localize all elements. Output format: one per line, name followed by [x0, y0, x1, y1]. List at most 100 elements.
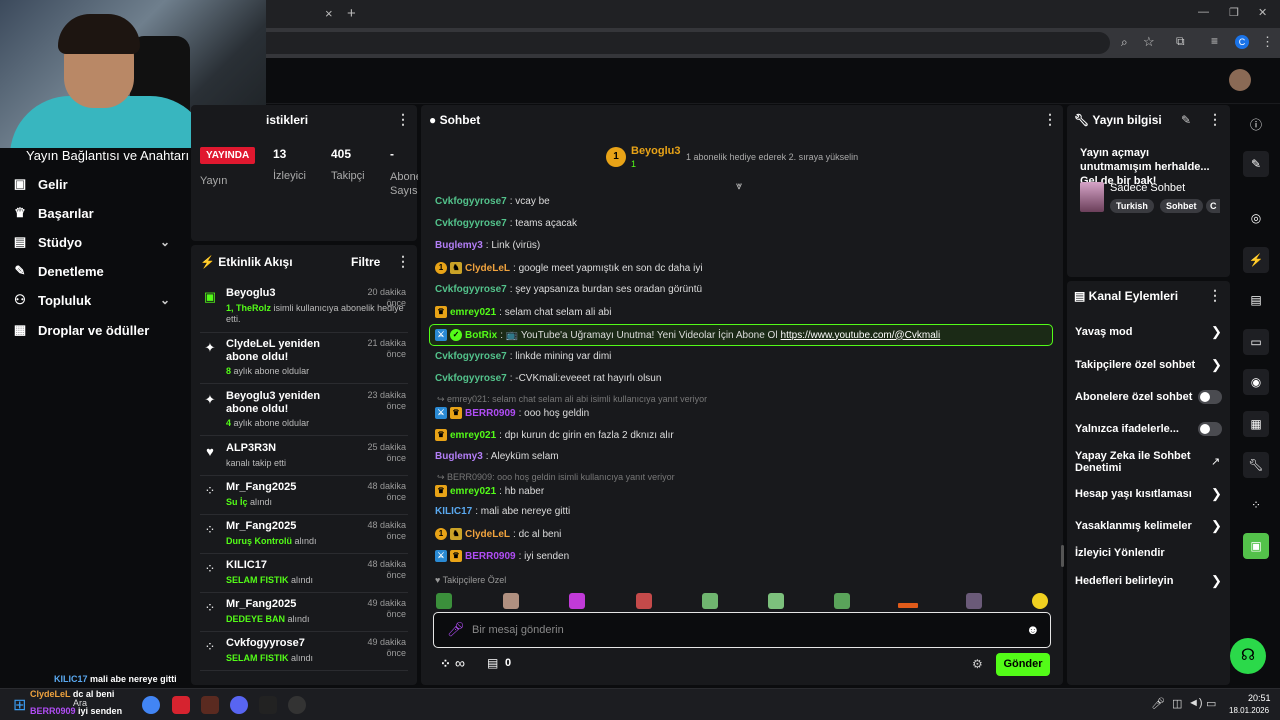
- chat-message[interactable]: ⚔ ♛ BERR0909: iyi senden: [435, 550, 569, 562]
- emote-pepe-wave-icon[interactable]: [768, 593, 784, 609]
- send-button[interactable]: Gönder: [996, 653, 1050, 676]
- chat-username[interactable]: ClydeLeL: [465, 263, 510, 274]
- activity-item[interactable]: ⁘ KILIC17 48 dakika önce SELAM FISTIK al…: [200, 559, 408, 593]
- chrome-icon[interactable]: [142, 696, 160, 714]
- chat-scrollbar[interactable]: [1061, 545, 1064, 567]
- help-headset-icon[interactable]: ☊: [1230, 638, 1266, 674]
- info-icon[interactable]: ⓘ: [1243, 111, 1269, 137]
- chevron-right-icon[interactable]: ❯: [1211, 518, 1222, 534]
- emote-bar-icon[interactable]: [898, 603, 918, 608]
- taskbar-time[interactable]: 20:51: [1248, 693, 1271, 703]
- chat-username[interactable]: emrey021: [450, 486, 496, 497]
- chat-message[interactable]: Cvkfogyyrose7: linkde mining var dimi: [435, 351, 611, 362]
- action-account-age[interactable]: Hesap yaşı kısıtlaması: [1075, 488, 1225, 500]
- close-tab-icon[interactable]: ×: [325, 6, 333, 21]
- action-slow-mode[interactable]: Yavaş mod: [1075, 326, 1225, 338]
- action-raid[interactable]: İzleyici Yönlendir: [1075, 547, 1225, 559]
- close-window-icon[interactable]: ✕: [1258, 6, 1267, 19]
- emote-pepe-happy-icon[interactable]: [834, 593, 850, 609]
- app-circle-icon[interactable]: [288, 696, 306, 714]
- chat-username[interactable]: BERR0909: [465, 408, 516, 419]
- edit-pencil-icon[interactable]: ✎: [1181, 113, 1191, 127]
- nav-item-studyo[interactable]: ▤ Stüdyo ⌄: [12, 231, 182, 253]
- more-icon[interactable]: ⋮: [1043, 111, 1057, 128]
- discord-icon[interactable]: [230, 696, 248, 714]
- more-icon[interactable]: ⋮: [1208, 111, 1222, 128]
- filter-button[interactable]: Filtre: [351, 255, 380, 269]
- minimize-window-icon[interactable]: —: [1198, 6, 1209, 18]
- chat-username[interactable]: Cvkfogyyrose7: [435, 284, 507, 295]
- emote-bow-icon[interactable]: [569, 593, 585, 609]
- maximize-window-icon[interactable]: ❐: [1229, 6, 1239, 19]
- bookmark-star-icon[interactable]: ☆: [1143, 34, 1155, 50]
- tag-more[interactable]: C: [1206, 199, 1220, 213]
- expand-icon[interactable]: ⩔: [736, 180, 742, 193]
- url-field[interactable]: [150, 32, 1110, 54]
- emotes-only-toggle[interactable]: [1198, 422, 1222, 436]
- extensions-icon[interactable]: ⧉: [1176, 34, 1185, 49]
- activity-item[interactable]: ♥ ALP3R3N 25 dakika önce kanalı takip et…: [200, 442, 408, 476]
- app-icon[interactable]: ▣: [1243, 533, 1269, 559]
- chat-icon[interactable]: ▭: [1243, 329, 1269, 355]
- chat-link[interactable]: https://www.youtube.com/@Cvkmali: [781, 330, 941, 341]
- chat-message[interactable]: Buglemy3: Aleyküm selam: [435, 451, 559, 462]
- emote-cat-icon[interactable]: [503, 593, 519, 609]
- media-icon[interactable]: ≡: [1211, 34, 1218, 48]
- microphone-tray-icon[interactable]: 🎤︎: [1151, 697, 1165, 710]
- emote-smile-icon[interactable]: [1032, 593, 1048, 609]
- windows-start-icon[interactable]: ⊞: [13, 695, 26, 715]
- external-link-icon[interactable]: ↗: [1211, 455, 1220, 468]
- tag-sohbet[interactable]: Sohbet: [1160, 199, 1203, 213]
- chat-message[interactable]: ⚔ ♛ BERR0909: ooo hoş geldin: [435, 407, 589, 419]
- emote-frog-heart-icon[interactable]: [636, 593, 652, 609]
- activity-item[interactable]: ⁘ Mr_Fang2025 49 dakika önce DEDEYE BAN …: [200, 598, 408, 632]
- browser-menu-icon[interactable]: ⋮: [1261, 34, 1274, 50]
- settings-gear-icon[interactable]: ⚙: [972, 657, 983, 671]
- store-icon[interactable]: ▤: [487, 656, 498, 670]
- taskbar-date[interactable]: 18.01.2026: [1229, 706, 1269, 715]
- chat-username[interactable]: Cvkfogyyrose7: [435, 351, 507, 362]
- wrench-tool-icon[interactable]: 🔧︎: [1243, 452, 1269, 478]
- chat-username[interactable]: Cvkfogyyrose7: [435, 196, 507, 207]
- app-red-icon[interactable]: [172, 696, 190, 714]
- action-ai-moderation[interactable]: Yapay Zeka ile Sohbet Denetimi: [1075, 450, 1195, 474]
- emote-man-icon[interactable]: [966, 593, 982, 609]
- channel-actions-icon[interactable]: ▦: [1243, 411, 1269, 437]
- activity-item[interactable]: ⁘ Mr_Fang2025 48 dakika önce Su İç alınd…: [200, 481, 408, 515]
- nav-item-topluluk[interactable]: ⚇ Topluluk ⌄: [12, 289, 182, 311]
- chevron-right-icon[interactable]: ❯: [1211, 324, 1222, 340]
- activity-item[interactable]: ⁘ Mr_Fang2025 48 dakika önce Duruş Kontr…: [200, 520, 408, 554]
- chat-username[interactable]: ClydeLeL: [465, 529, 510, 540]
- nav-item-droplar[interactable]: ▦ Droplar ve ödüller: [12, 319, 182, 341]
- nav-item-denetleme[interactable]: ✎ Denetleme: [12, 260, 182, 282]
- emote-pepe-icon[interactable]: [702, 593, 718, 609]
- top-gifter-name[interactable]: Beyoglu3: [631, 145, 681, 157]
- activity-item[interactable]: ▣ Beyoglu3 20 dakika önce 1, TheRolz isi…: [200, 287, 408, 333]
- chat-username[interactable]: Buglemy3: [435, 451, 483, 462]
- chat-username[interactable]: Cvkfogyyrose7: [435, 373, 507, 384]
- chat-username[interactable]: BERR0909: [465, 551, 516, 562]
- category-name[interactable]: Sadece Sohbet: [1110, 182, 1185, 194]
- app-game-icon[interactable]: [201, 696, 219, 714]
- chat-message[interactable]: Cvkfogyyrose7: vcay be: [435, 196, 550, 207]
- chat-username[interactable]: emrey021: [450, 307, 496, 318]
- chevron-right-icon[interactable]: ❯: [1211, 486, 1222, 502]
- document-icon[interactable]: ▤: [1243, 287, 1269, 313]
- subscribers-only-toggle[interactable]: [1198, 390, 1222, 404]
- chevron-right-icon[interactable]: ❯: [1211, 573, 1222, 589]
- activity-item[interactable]: ✦ Beyoglu3 yeniden abone oldu! 23 dakika…: [200, 390, 408, 436]
- app-g-icon[interactable]: [259, 696, 277, 714]
- chat-message[interactable]: Cvkfogyyrose7: şey yapsanıza burdan ses …: [435, 284, 702, 295]
- chat-username[interactable]: emrey021: [450, 430, 496, 441]
- emoji-icon[interactable]: ☻: [1026, 622, 1040, 637]
- edit-icon[interactable]: ✎: [1243, 151, 1269, 177]
- chat-message[interactable]: Buglemy3: Link (virüs): [435, 240, 540, 251]
- chat-message[interactable]: ♛ emrey021: dpı kurun dc girin en fazla 2…: [435, 429, 674, 441]
- nav-item-gelir[interactable]: ▣ Gelir: [12, 173, 182, 195]
- chat-message[interactable]: 1 ♞ ClydeLeL: dc al beni: [435, 528, 561, 540]
- activity-bolt-icon[interactable]: ⚡: [1243, 247, 1269, 273]
- broadcast-icon[interactable]: ◉: [1243, 369, 1269, 395]
- action-banned-words[interactable]: Yasaklanmış kelimeler: [1075, 520, 1225, 532]
- wifi-icon[interactable]: ◫: [1172, 697, 1182, 710]
- nav-item-basarilar[interactable]: ♛ Başarılar: [12, 202, 182, 224]
